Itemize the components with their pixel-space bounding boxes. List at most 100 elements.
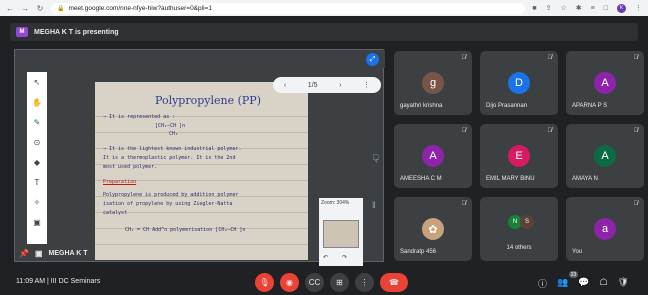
camera-toggle-icon[interactable]: ◉ — [280, 273, 299, 292]
note-line: → It is represented as : — [103, 114, 176, 120]
reload-icon[interactable]: ↻ — [36, 4, 44, 13]
screen-share-icon: ▣ — [34, 249, 43, 258]
more-icon[interactable]: ⋮ — [363, 81, 370, 89]
avatar-photo: ✿ — [422, 218, 444, 240]
participant-name: You — [572, 249, 583, 255]
hand-icon[interactable]: ✋ — [32, 98, 42, 107]
note-line: Polypropylene is produced by addition po… — [103, 192, 239, 198]
url-text: meet.google.com/nne-nfye-hiw?authuser=0&… — [68, 4, 212, 12]
page-indicator: 1/5 — [307, 81, 318, 89]
chat-icon[interactable]: 💬 — [578, 277, 589, 290]
pen-icon[interactable]: ✎ — [34, 118, 41, 127]
participant-tile[interactable]: 🎙̸ ✿ Sandratp 456 — [394, 197, 472, 261]
zoom-thumbnail[interactable] — [323, 220, 359, 248]
zoom-label: Zoom: 304% — [321, 200, 350, 206]
sync-icon[interactable]: □ — [604, 5, 608, 12]
avatar: E — [508, 145, 530, 167]
share-icon[interactable]: ⇪ — [546, 4, 552, 12]
note-line: [CH₂–CH ]n — [155, 123, 186, 129]
browser-toolbar: ← → ↻ 🔒 meet.google.com/nne-nfye-hiw?aut… — [0, 0, 648, 16]
back-icon[interactable]: ← — [6, 4, 14, 13]
participant-name: APARNA P S — [572, 103, 608, 109]
fullscreen-icon[interactable]: ⤢ — [366, 53, 379, 66]
mic-muted-icon: 🎙̸ — [461, 201, 467, 207]
self-tile[interactable]: 🎙̸ a You — [566, 197, 644, 261]
captions-icon[interactable]: CC — [305, 273, 324, 292]
avatar: a — [594, 218, 616, 240]
more-options-icon[interactable]: ⋮ — [355, 273, 374, 292]
browser-actions: ■ ⇪ ☆ ✱ ≡ □ K ⋮ — [532, 3, 642, 13]
others-avatars: N S — [508, 215, 534, 229]
participant-tile[interactable]: 🎙̸ A AMEESHA C M — [394, 124, 472, 188]
cursor-icon[interactable]: ↖ — [34, 78, 41, 87]
participant-tile[interactable]: 🎙̸ D Dijo Prasannan — [480, 51, 558, 115]
text-icon[interactable]: T — [35, 178, 40, 187]
participant-name: AMAYA N — [572, 176, 598, 182]
participant-name: Dijo Prasannan — [486, 103, 528, 109]
host-controls-icon[interactable]: 🛡 — [618, 277, 629, 290]
mic-muted-icon: 🎙̸ — [633, 201, 639, 207]
participant-tile[interactable]: 🎙̸ A AMAYA N — [566, 124, 644, 188]
others-label: 14 others — [506, 245, 532, 251]
pin-icon[interactable]: 📌 — [19, 249, 29, 258]
participant-tile[interactable]: 🎙̸ A APARNA P S — [566, 51, 644, 115]
mic-muted-icon: 🎙̸ — [547, 128, 553, 134]
annotation-toolbar: ↖ ✋ ✎ ⊙ ◆ T ✧ ▣ — [27, 72, 47, 244]
presentation-stage: ⤢ ↖ ✋ ✎ ⊙ ◆ T ✧ ▣ Polypropylene (PP) → I… — [14, 49, 385, 266]
participant-tile[interactable]: 🎙̸ E EMIL MARY BINU — [480, 124, 558, 188]
avatar: A — [594, 145, 616, 167]
eraser-icon[interactable]: ◆ — [34, 158, 40, 167]
mic-toggle-icon[interactable]: 🎙 — [255, 273, 274, 292]
extension-icon[interactable]: ✱ — [576, 4, 582, 12]
star-icon[interactable]: ☆ — [561, 4, 567, 12]
clipboard-icon[interactable]: ▣ — [33, 218, 41, 227]
participant-name: EMIL MARY BINU — [486, 176, 535, 182]
note-line: CH₃ — [169, 131, 179, 137]
stage-footer: 📌 ▣ MEGHA K T — [15, 245, 385, 262]
profile-avatar[interactable]: K — [617, 3, 626, 13]
lasso-icon[interactable]: ⊙ — [34, 138, 41, 147]
presenter-avatar: M — [16, 27, 28, 37]
camera-icon[interactable]: ■ — [532, 5, 536, 12]
page-navigator: ‹ 1/5 › ⋮ — [273, 77, 381, 93]
call-controls: 🎙 ◉ CC ⊞ ⋮ ☎ — [255, 273, 408, 292]
mic-muted-icon: 🎙̸ — [633, 128, 639, 134]
forward-icon[interactable]: → — [21, 4, 29, 13]
stage-presenter-name: MEGHA K T — [48, 250, 88, 257]
prev-page-icon[interactable]: ‹ — [284, 82, 286, 89]
avatar: A — [422, 145, 444, 167]
shapes-icon[interactable]: ✧ — [34, 198, 41, 207]
note-heading: Preparation — [103, 179, 137, 185]
address-bar[interactable]: 🔒 meet.google.com/nne-nfye-hiw?authuser=… — [51, 2, 526, 14]
participant-name: gayathri krishna — [400, 103, 443, 109]
mic-muted-icon: 🎙̸ — [461, 55, 467, 61]
menu-icon[interactable]: ⋮ — [635, 4, 642, 12]
presenting-banner: M MEGHA K T is presenting — [10, 23, 638, 41]
present-icon[interactable]: ⊞ — [330, 273, 349, 292]
note-line: catalyst — [103, 210, 128, 216]
stage-header — [15, 50, 385, 68]
clock: 11:09 AM — [16, 278, 46, 285]
mic-muted-icon: 🎙̸ — [633, 55, 639, 61]
avatar: A — [594, 72, 616, 94]
participant-name: AMEESHA C M — [400, 176, 442, 182]
note-line: most used polymer. — [103, 164, 158, 170]
lock-icon: 🔒 — [57, 5, 65, 12]
stop-icon[interactable]: □ — [373, 152, 378, 162]
participant-tile[interactable]: 🎙̸ g gayathri krishna — [394, 51, 472, 115]
queue-icon[interactable]: ≡ — [591, 5, 595, 12]
note-title: Polypropylene (PP) — [155, 94, 261, 107]
activities-icon[interactable]: ☖ — [599, 277, 607, 290]
note-line: CH₂ = CH Add^n polymerisation [CH₂–CH ]n — [125, 227, 246, 233]
others-tile[interactable]: N S 14 others — [480, 197, 558, 261]
next-page-icon[interactable]: › — [339, 82, 341, 89]
avatar: S — [520, 215, 534, 229]
meeting-info: 11:09 AM | III DC Seminars — [16, 278, 100, 285]
meeting-title: III DC Seminars — [50, 278, 101, 285]
end-call-icon[interactable]: ☎ — [380, 273, 408, 292]
note-line: → It is the lightest known industrial po… — [103, 146, 242, 152]
pause-icon[interactable]: ‖ — [372, 200, 376, 210]
people-icon[interactable]: 👥 — [557, 277, 568, 290]
note-line: It is a thermoplastic polymer. It is the… — [103, 155, 236, 161]
info-icon[interactable]: ⓘ — [538, 277, 547, 290]
